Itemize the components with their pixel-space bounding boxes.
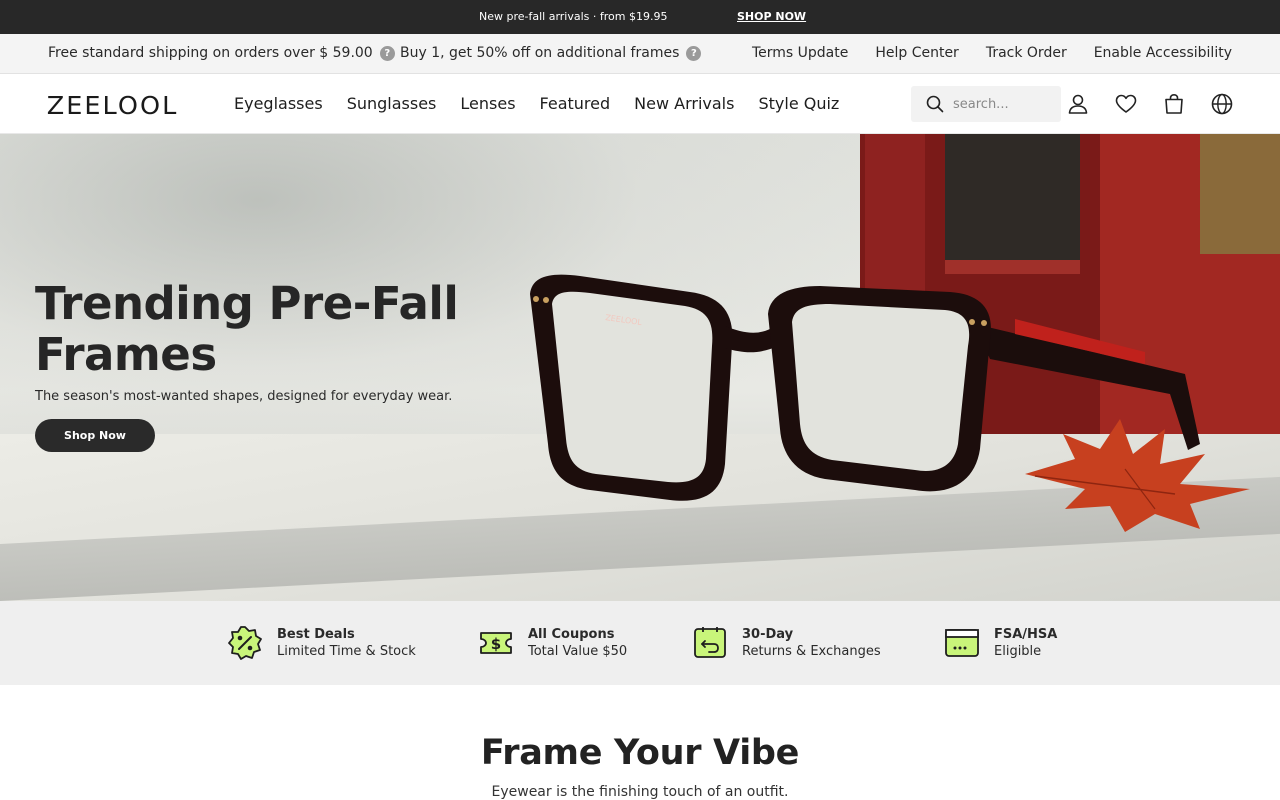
globe-icon[interactable] [1210, 92, 1234, 116]
search-icon [926, 95, 944, 113]
frames-promo: Buy 1, get 50% off on additional frames … [400, 45, 702, 61]
benefit-best-deals[interactable]: Best Deals Limited Time & Stock [227, 625, 416, 661]
maple-leaf-image [1025, 419, 1250, 532]
announcement-message: New pre-fall arrivals · from $19.95 [479, 10, 668, 23]
nav-lenses[interactable]: Lenses [460, 94, 515, 113]
nav-eyeglasses[interactable]: Eyeglasses [234, 94, 323, 113]
shipping-promo-text: Free standard shipping on orders over $ … [48, 45, 373, 61]
track-order-link[interactable]: Track Order [986, 45, 1067, 61]
search-input[interactable] [953, 96, 1053, 112]
benefit-title: FSA/HSA [994, 627, 1058, 642]
return-arrow-icon [694, 627, 726, 658]
search-box[interactable] [911, 86, 1061, 122]
frames-promo-text: Buy 1, get 50% off on additional frames [400, 45, 680, 61]
nav-featured[interactable]: Featured [540, 94, 611, 113]
shop-now-button[interactable]: Shop Now [35, 419, 155, 452]
benefit-title: All Coupons [528, 627, 615, 642]
site-logo[interactable]: ZEELOOL [47, 91, 179, 120]
section-subtitle: Eyewear is the finishing touch of an out… [491, 784, 789, 800]
benefit-title: Best Deals [277, 627, 355, 642]
announcement-bar: New pre-fall arrivals · from $19.95 SHOP… [0, 0, 1280, 34]
help-center-link[interactable]: Help Center [875, 45, 959, 61]
benefits-bar: Best Deals Limited Time & Stock $ All Co… [0, 601, 1280, 685]
main-nav: Eyeglasses Sunglasses Lenses Featured Ne… [234, 94, 839, 113]
nav-style-quiz[interactable]: Style Quiz [758, 94, 839, 113]
main-header: ZEELOOL Eyeglasses Sunglasses Lenses Fea… [0, 74, 1280, 134]
benefit-returns[interactable]: 30-Day Returns & Exchanges [692, 625, 881, 661]
benefit-subtitle: Returns & Exchanges [742, 644, 881, 659]
nav-new-arrivals[interactable]: New Arrivals [634, 94, 734, 113]
shopping-bag-icon[interactable] [1162, 92, 1186, 116]
shipping-promo: Free standard shipping on orders over $ … [48, 45, 395, 61]
enable-accessibility-link[interactable]: Enable Accessibility [1094, 45, 1232, 61]
utility-links: Terms Update Help Center Track Order Ena… [752, 45, 1232, 61]
nav-sunglasses[interactable]: Sunglasses [347, 94, 437, 113]
coupon-ticket-icon: $ [480, 632, 512, 654]
hero-text-block: Trending Pre-Fall Frames The season's mo… [35, 278, 475, 452]
benefit-title: 30-Day [742, 627, 794, 642]
utility-bar: Free standard shipping on orders over $ … [0, 34, 1280, 74]
shop-now-link[interactable]: SHOP NOW [737, 10, 806, 23]
benefit-subtitle: Total Value $50 [528, 644, 628, 659]
benefit-all-coupons[interactable]: $ All Coupons Total Value $50 [478, 625, 627, 661]
benefit-fsa-hsa[interactable]: FSA/HSA Eligible [944, 625, 1057, 661]
hero-subtitle: The season's most-wanted shapes, designe… [35, 389, 453, 404]
svg-text:$: $ [491, 635, 501, 653]
help-question-icon[interactable]: ? [686, 45, 702, 61]
card-icon [945, 629, 979, 657]
benefit-subtitle: Limited Time & Stock [277, 644, 416, 659]
hero-banner: ZEELOOL Trending Pre-Fall Frames The sea… [0, 134, 1280, 601]
section-title: Frame Your Vibe [480, 733, 800, 773]
help-question-icon[interactable]: ? [379, 45, 395, 61]
discount-badge-icon [228, 626, 262, 660]
account-icon[interactable] [1066, 92, 1090, 116]
benefit-subtitle: Eligible [994, 644, 1042, 659]
wishlist-heart-icon[interactable] [1114, 92, 1138, 116]
hero-title: Trending Pre-Fall Frames [35, 277, 459, 381]
terms-update-link[interactable]: Terms Update [752, 45, 848, 61]
